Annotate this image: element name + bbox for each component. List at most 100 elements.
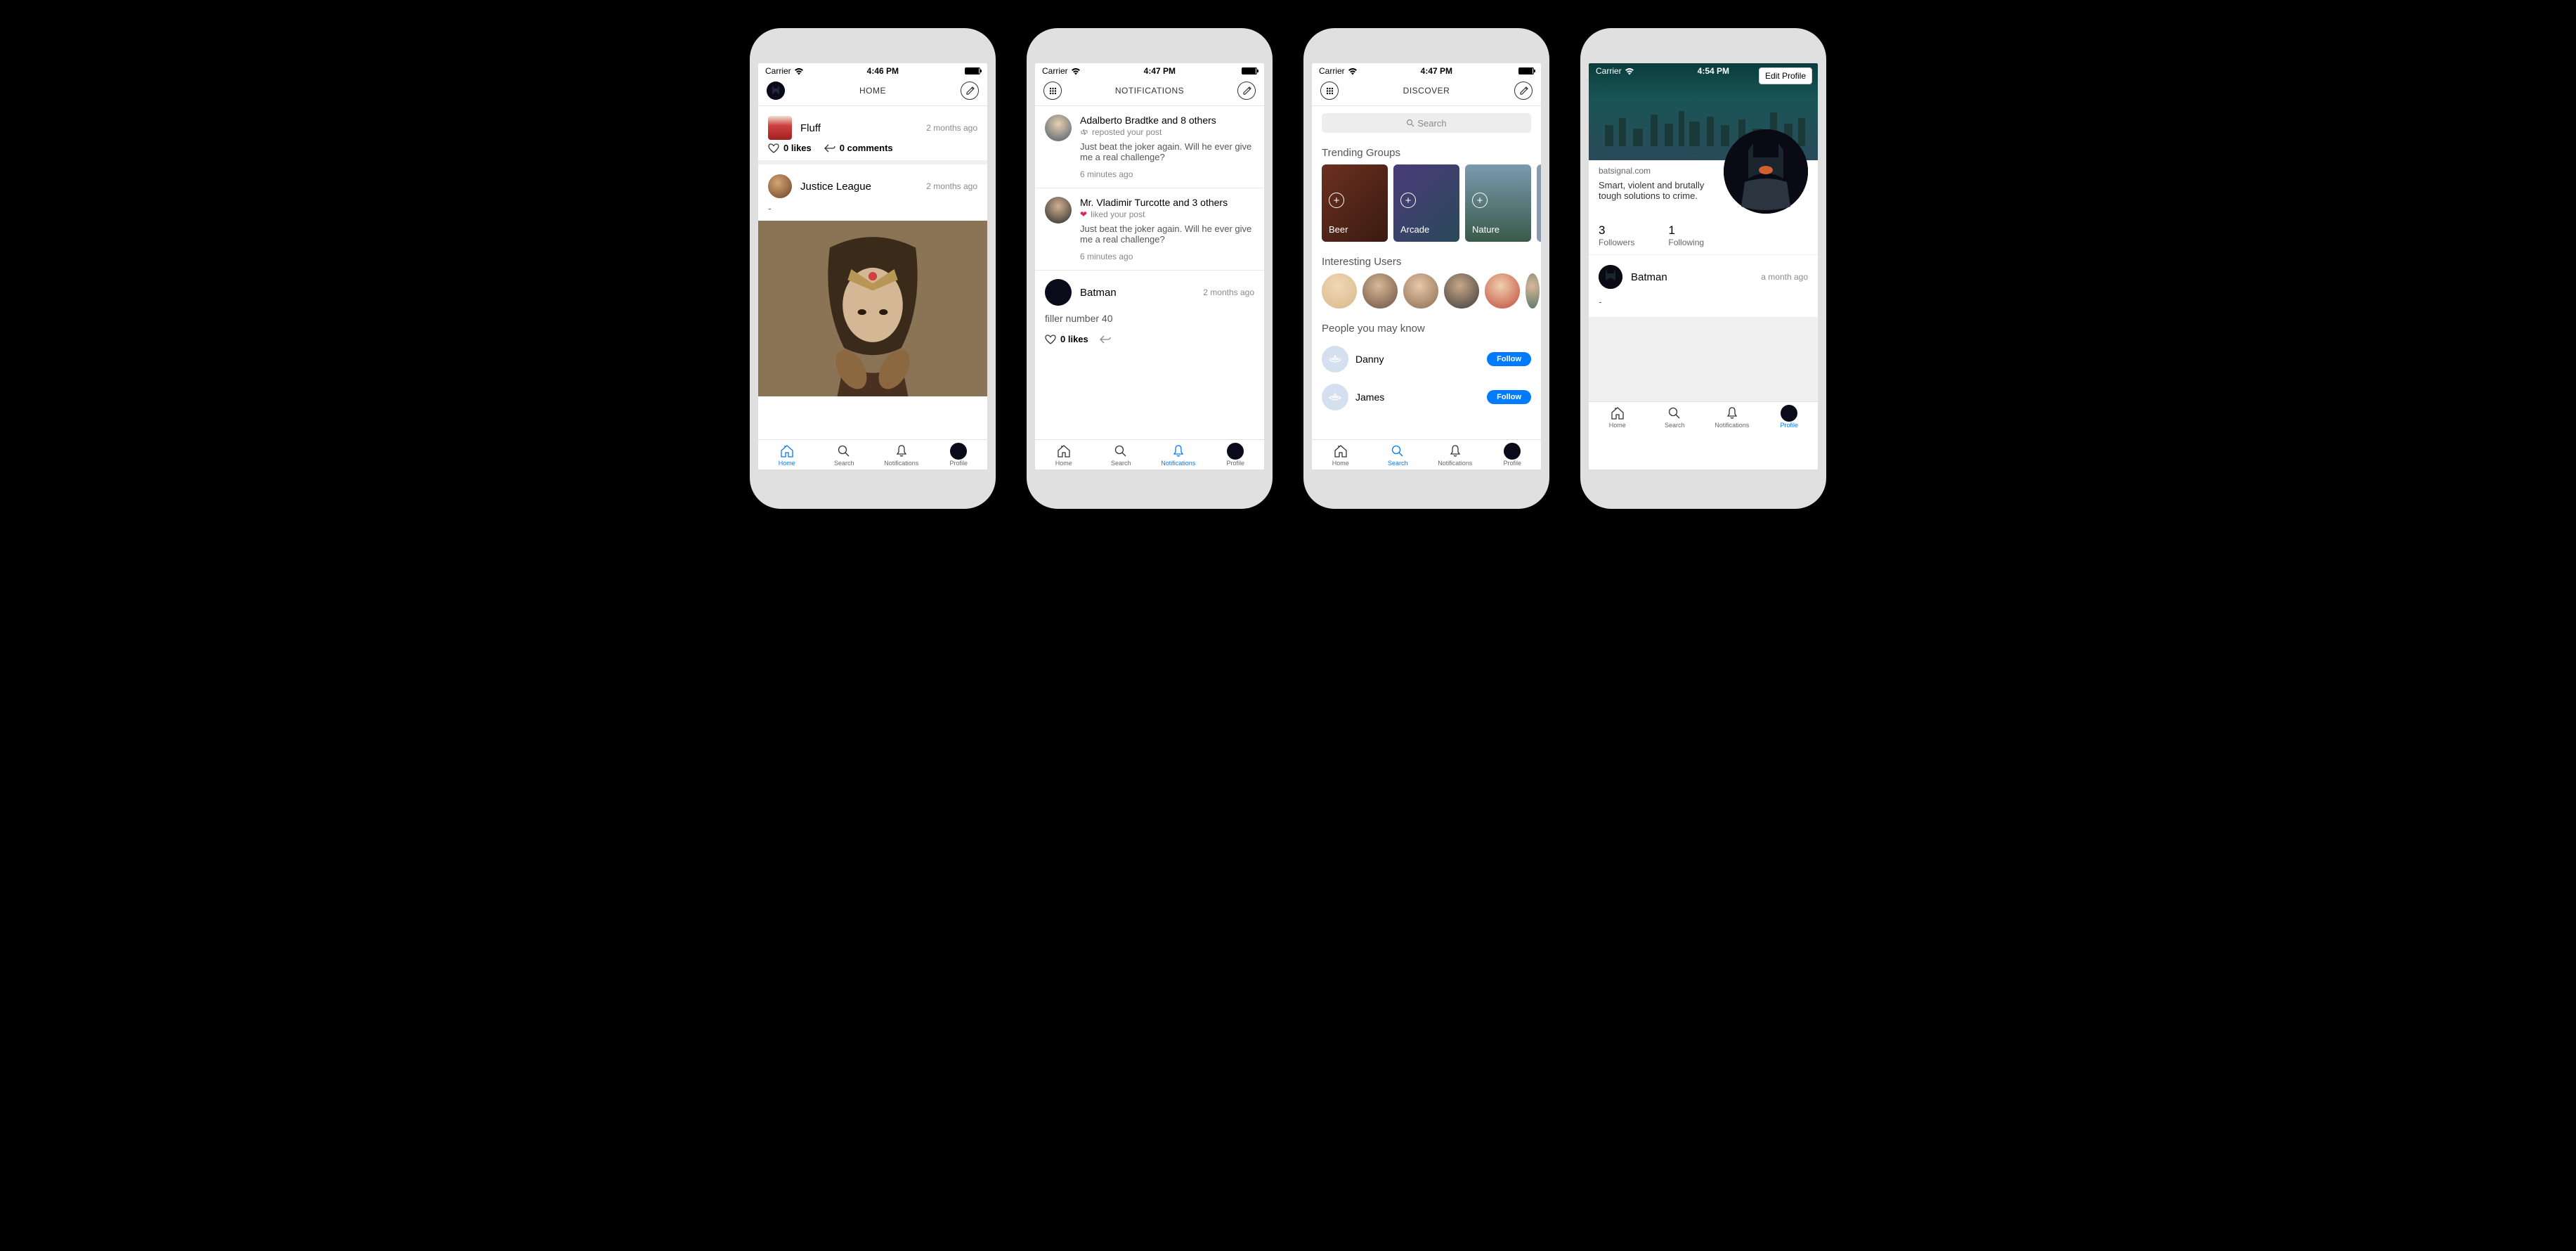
avatar[interactable]	[768, 174, 792, 198]
tab-profile[interactable]: Profile	[1484, 440, 1542, 469]
avatar[interactable]	[1403, 273, 1438, 309]
avatar[interactable]	[1362, 273, 1398, 309]
compose-button[interactable]	[961, 82, 979, 100]
post-author[interactable]: Fluff	[800, 122, 918, 134]
tab-search[interactable]: Search	[1370, 440, 1427, 469]
stat-label: Following	[1668, 238, 1704, 247]
following-stat[interactable]: 1 Following	[1668, 223, 1704, 247]
menu-button[interactable]	[1320, 82, 1339, 100]
follow-button[interactable]: Follow	[1487, 390, 1531, 404]
post-body: -	[768, 202, 977, 214]
avatar	[950, 443, 967, 460]
menu-button[interactable]	[1043, 82, 1062, 100]
post-time: 2 months ago	[1203, 287, 1254, 297]
profile-link[interactable]: batsignal.com	[1599, 166, 1808, 176]
edit-profile-button[interactable]: Edit Profile	[1759, 67, 1812, 84]
tab-label: Search	[834, 460, 854, 467]
tab-label: Profile	[1226, 460, 1244, 467]
post-author[interactable]: Justice League	[800, 181, 918, 193]
avatar[interactable]	[1045, 115, 1072, 141]
follow-button[interactable]: Follow	[1487, 352, 1531, 366]
tab-label: Profile	[1780, 422, 1798, 429]
add-icon[interactable]: +	[1472, 193, 1488, 208]
group-card[interactable]	[1537, 164, 1541, 242]
tab-label: Notifications	[884, 460, 918, 467]
post-body: filler number 40	[1045, 313, 1254, 324]
compose-button[interactable]	[1514, 82, 1533, 100]
avatar[interactable]	[1526, 273, 1540, 309]
like-button[interactable]: 0 likes	[768, 143, 812, 153]
share-button[interactable]	[1100, 335, 1111, 344]
avatar[interactable]	[1322, 384, 1348, 410]
post[interactable]: Batman 2 months ago filler number 40 0 l…	[1035, 271, 1264, 353]
avatar	[1227, 443, 1244, 460]
tab-search[interactable]: Search	[1646, 402, 1704, 432]
section-header: Trending Groups	[1312, 140, 1541, 164]
people-name[interactable]: Danny	[1355, 354, 1480, 365]
nav-bar: HOME	[758, 77, 987, 106]
tab-profile[interactable]: Profile	[1207, 440, 1265, 469]
home-icon	[1611, 406, 1625, 420]
avatar[interactable]	[1322, 273, 1357, 309]
post-author[interactable]: Batman	[1080, 287, 1195, 299]
search-icon	[1406, 119, 1414, 127]
avatar[interactable]	[1444, 273, 1479, 309]
tab-profile[interactable]: Profile	[1761, 402, 1819, 432]
avatar[interactable]	[1322, 346, 1348, 372]
notification-title: Mr. Vladimir Turcotte and 3 others	[1080, 197, 1254, 208]
tab-search[interactable]: Search	[816, 440, 873, 469]
post[interactable]: Justice League 2 months ago -	[758, 164, 987, 396]
tab-notifications[interactable]: Notifications	[1426, 440, 1484, 469]
tab-home[interactable]: Home	[1035, 440, 1093, 469]
post-author[interactable]: Batman	[1631, 271, 1752, 283]
search-icon	[1668, 406, 1681, 420]
tab-notifications[interactable]: Notifications	[1703, 402, 1761, 432]
post-image[interactable]	[758, 221, 987, 396]
comment-button[interactable]: 0 comments	[824, 143, 893, 153]
group-card[interactable]: + Beer	[1322, 164, 1388, 242]
page-title: DISCOVER	[1403, 86, 1450, 96]
tab-home[interactable]: Home	[1589, 402, 1646, 432]
avatar[interactable]	[1045, 197, 1072, 223]
tab-notifications[interactable]: Notifications	[1150, 440, 1207, 469]
post-time: 2 months ago	[926, 181, 977, 191]
post[interactable]: Fluff 2 months ago 0 likes 0 comments	[758, 106, 987, 164]
add-icon[interactable]: +	[1329, 193, 1344, 208]
notification-action: reposted your post	[1092, 127, 1162, 137]
followers-stat[interactable]: 3 Followers	[1599, 223, 1634, 247]
tab-home[interactable]: Home	[758, 440, 816, 469]
people-row[interactable]: James Follow	[1312, 378, 1541, 416]
repost-icon	[1080, 129, 1088, 136]
tab-profile[interactable]: Profile	[930, 440, 988, 469]
heart-icon	[1045, 335, 1056, 344]
avatar[interactable]	[1599, 265, 1622, 289]
avatar[interactable]	[1485, 273, 1520, 309]
avatar[interactable]	[768, 116, 792, 140]
notification-item[interactable]: Adalberto Bradtke and 8 others reposted …	[1035, 106, 1264, 188]
search-input[interactable]: Search	[1322, 113, 1531, 133]
avatar[interactable]	[767, 82, 785, 100]
section-header: Interesting Users	[1312, 249, 1541, 273]
carrier-label: Carrier	[1596, 66, 1622, 76]
comments-count: 0 comments	[840, 143, 893, 153]
tab-search[interactable]: Search	[1093, 440, 1150, 469]
tab-home[interactable]: Home	[1312, 440, 1370, 469]
tab-bar: Home Search Notifications Profile	[758, 439, 987, 469]
add-icon[interactable]: +	[1400, 193, 1416, 208]
post[interactable]: Batman a month ago -	[1589, 254, 1818, 317]
people-name[interactable]: James	[1355, 391, 1480, 403]
status-bar: Carrier 4:47 PM	[1312, 63, 1541, 77]
tab-notifications[interactable]: Notifications	[873, 440, 930, 469]
post-time: 2 months ago	[926, 123, 977, 133]
group-card[interactable]: + Nature	[1465, 164, 1531, 242]
carrier-label: Carrier	[765, 66, 791, 76]
home-icon	[1057, 444, 1071, 458]
people-row[interactable]: Danny Follow	[1312, 340, 1541, 378]
notification-item[interactable]: Mr. Vladimir Turcotte and 3 others ❤ lik…	[1035, 188, 1264, 271]
reply-icon	[824, 143, 835, 153]
group-card[interactable]: + Arcade	[1393, 164, 1459, 242]
avatar[interactable]	[1045, 279, 1072, 306]
profile-header: Carrier 4:54 PM Edit Profile Batman	[1589, 63, 1818, 160]
like-button[interactable]: 0 likes	[1045, 334, 1088, 344]
compose-button[interactable]	[1237, 82, 1256, 100]
